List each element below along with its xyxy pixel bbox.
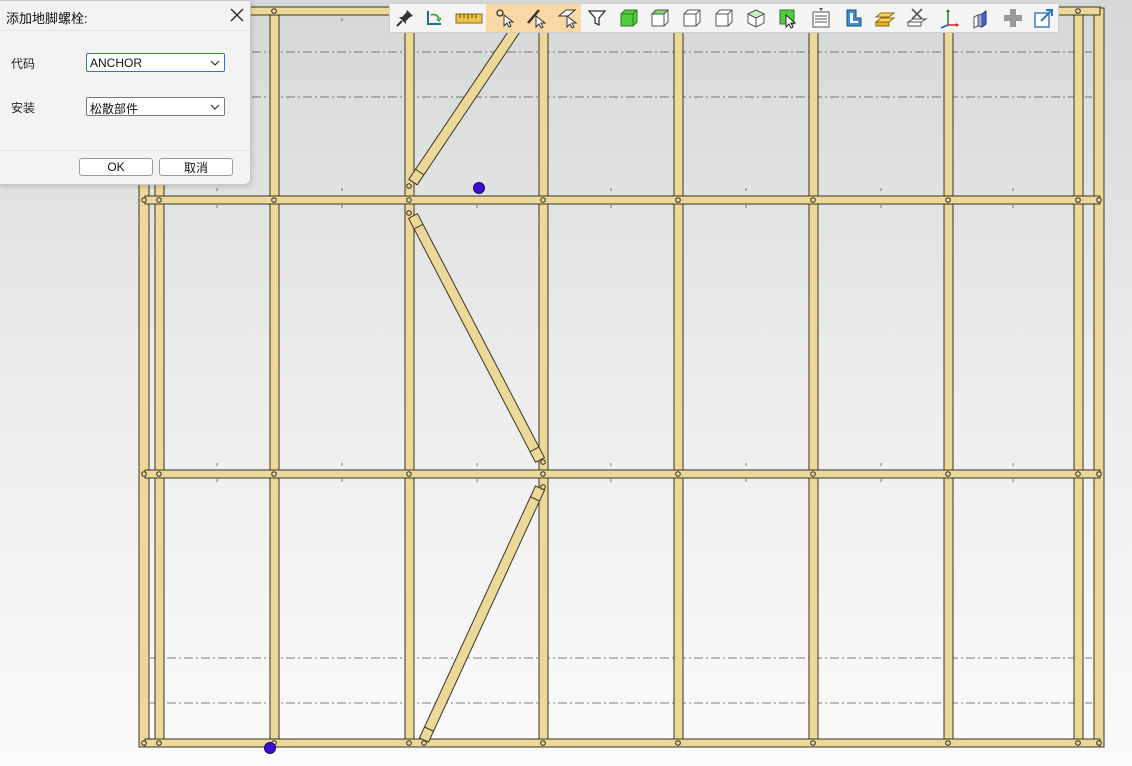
joint-node: [675, 197, 681, 203]
code-value[interactable]: ANCHOR: [90, 56, 142, 70]
joint-node: [1075, 740, 1081, 746]
axes-icon[interactable]: [938, 7, 960, 29]
add-icon[interactable]: [1002, 7, 1024, 29]
render-icon[interactable]: [970, 7, 992, 29]
select-member-icon[interactable]: [525, 7, 547, 29]
joint-node: [540, 484, 546, 490]
joint-node: [675, 471, 681, 477]
joint-node: [156, 471, 162, 477]
anchor-point[interactable]: [264, 742, 276, 754]
column[interactable]: [538, 9, 549, 746]
joint-node: [540, 740, 546, 746]
joint-node: [945, 471, 951, 477]
dialog-title: 添加地脚螺栓:: [6, 11, 88, 26]
chevron-down-icon[interactable]: [209, 57, 221, 69]
joint-node: [540, 459, 546, 465]
joint-node: [945, 740, 951, 746]
joint-node: [406, 740, 412, 746]
beam[interactable]: [144, 195, 1101, 205]
rotate-view-icon[interactable]: [423, 7, 445, 29]
dialog-divider: [0, 30, 250, 31]
iso-view-icon[interactable]: [745, 7, 767, 29]
joint-node: [406, 210, 412, 216]
joint-node: [810, 471, 816, 477]
front-view-icon[interactable]: [681, 7, 703, 29]
export-icon[interactable]: [1033, 7, 1055, 29]
column[interactable]: [269, 9, 280, 746]
code-combobox[interactable]: ANCHOR: [86, 53, 225, 72]
joint-node: [406, 471, 412, 477]
column[interactable]: [943, 9, 954, 746]
select-point-icon[interactable]: [494, 7, 516, 29]
properties-icon[interactable]: [810, 7, 832, 29]
grid-ticks: [216, 18, 1014, 482]
solid-view-icon[interactable]: [618, 7, 640, 29]
view-toolbar: [389, 3, 1059, 33]
column[interactable]: [1073, 9, 1084, 746]
joint-node: [675, 740, 681, 746]
dialog-divider: [0, 150, 250, 151]
joint-node: [1075, 8, 1081, 14]
joint-node: [406, 183, 412, 189]
close-icon[interactable]: [227, 5, 247, 25]
joint-node: [540, 471, 546, 477]
column[interactable]: [673, 9, 684, 746]
bottom-beam[interactable]: [144, 738, 1101, 748]
joint-node: [271, 471, 277, 477]
code-label: 代码: [11, 57, 36, 71]
joint-node: [1075, 197, 1081, 203]
joint-node: [1096, 740, 1102, 746]
column[interactable]: [404, 9, 415, 746]
joint-node: [156, 197, 162, 203]
diagonal-brace[interactable]: [418, 485, 546, 743]
joint-node: [141, 471, 147, 477]
filter-icon[interactable]: [586, 7, 608, 29]
anchor-point[interactable]: [473, 182, 485, 194]
joint-node: [406, 197, 412, 203]
plate-stack-icon[interactable]: [874, 7, 896, 29]
joint-node: [141, 740, 147, 746]
joint-node: [271, 8, 277, 14]
right-view-icon[interactable]: [713, 7, 735, 29]
joint-node: [271, 197, 277, 203]
add-anchor-bolt-dialog: 添加地脚螺栓: 代码 ANCHOR 安装 松散部件 OK 取消: [0, 0, 251, 185]
chevron-down-icon[interactable]: [209, 101, 221, 113]
joint-node: [810, 740, 816, 746]
select-object-icon[interactable]: [777, 7, 799, 29]
diagonal-brace[interactable]: [408, 10, 531, 186]
measure-ruler-icon[interactable]: [454, 7, 484, 29]
outer-column[interactable]: [1093, 7, 1105, 748]
joint-node: [156, 740, 162, 746]
column[interactable]: [808, 9, 819, 746]
joint-node: [1096, 471, 1102, 477]
ok-button[interactable]: OK: [79, 158, 153, 176]
cancel-button[interactable]: 取消: [159, 158, 233, 176]
pin-icon[interactable]: [394, 7, 416, 29]
select-plate-icon[interactable]: [556, 7, 578, 29]
joint-markers: [141, 8, 1102, 746]
frame-members[interactable]: [138, 6, 1105, 748]
delete-icon[interactable]: [906, 7, 928, 29]
joint-node: [540, 197, 546, 203]
joint-node: [421, 740, 427, 746]
joint-node: [945, 197, 951, 203]
joint-node: [1075, 471, 1081, 477]
joint-node: [1096, 197, 1102, 203]
install-label: 安装: [11, 101, 36, 115]
diagonal-brace[interactable]: [407, 213, 546, 463]
install-combobox[interactable]: 松散部件: [86, 97, 225, 116]
joint-node: [141, 197, 147, 203]
joint-node: [810, 197, 816, 203]
beam[interactable]: [144, 469, 1101, 479]
member-profile-icon[interactable]: [842, 7, 864, 29]
install-value[interactable]: 松散部件: [90, 100, 138, 117]
wireframe-view-icon[interactable]: [649, 7, 671, 29]
